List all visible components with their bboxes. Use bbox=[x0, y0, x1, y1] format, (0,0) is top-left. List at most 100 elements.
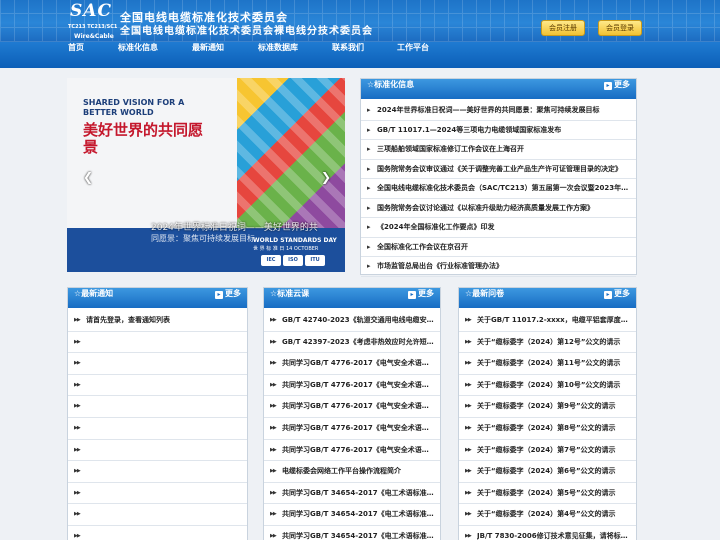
list-item[interactable]: ▸ 《2024年全国标准化工作要点》印发 bbox=[361, 218, 636, 238]
list-item[interactable]: ▶▶ 关于“缆标委字（2024）第4号”公文的请示 bbox=[459, 504, 636, 526]
list-item[interactable]: ▶▶ 关于“缆标委字（2024）第5号”公文的请示 bbox=[459, 483, 636, 505]
bullet-icon: ▶▶ bbox=[465, 360, 472, 367]
list-item-label: 共同学习GB/T 4776-2017《电气安全术语》（七） bbox=[282, 402, 434, 411]
list-item[interactable]: ▶▶ 电缆标委会网络工作平台操作流程简介 bbox=[264, 461, 440, 483]
nav-contact-us[interactable]: 联系我们 bbox=[332, 42, 364, 68]
list-item[interactable]: ▸ 全国标准化工作会议在京召开 bbox=[361, 238, 636, 257]
list-item[interactable]: ▶▶ bbox=[68, 332, 247, 354]
carousel-prev-icon[interactable]: ❮ bbox=[83, 170, 93, 184]
list-item-label: 共同学习GB/T 4776-2017《电气安全术语》（六） bbox=[282, 423, 434, 432]
bullet-icon: ▶▶ bbox=[465, 403, 472, 410]
list-item[interactable]: ▶▶ 关于“缆标委字（2024）第9号”公文的请示 bbox=[459, 396, 636, 418]
banner-carousel[interactable]: SHARED VISION FOR A BETTER WORLD 美好世界的共同… bbox=[67, 78, 345, 272]
list-item[interactable]: ▶▶ 共同学习GB/T 4776-2017《电气安全术语》（七） bbox=[264, 396, 440, 418]
logo-sac: SAC bbox=[70, 1, 112, 21]
bullet-icon: ▶▶ bbox=[465, 511, 472, 518]
more-icon: ▸ bbox=[408, 291, 416, 299]
carousel-next-icon[interactable]: ❯ bbox=[321, 170, 331, 184]
list-item[interactable]: ▶▶ 共同学习GB/T 4776-2017《电气安全术语》（九） bbox=[264, 353, 440, 375]
cloud-panel-header: ☆标准云课 ▸ 更多 bbox=[264, 288, 440, 308]
list-item[interactable]: ▶▶ JB/T 7830-2006修订技术意见征集，请将标准修订意见 bbox=[459, 526, 636, 540]
list-item[interactable]: ▶▶ bbox=[68, 353, 247, 375]
bullet-icon: ▶▶ bbox=[465, 468, 472, 475]
list-item[interactable]: ▶▶ 共同学习GB/T 34654-2017《电工术语标准编写规则》 bbox=[264, 483, 440, 505]
notice-more-link[interactable]: ▸ 更多 bbox=[215, 288, 241, 299]
site-logo[interactable]: SAC TC213 TC213/SC1 Wire&Cable bbox=[68, 1, 117, 40]
register-button[interactable]: 会员注册 bbox=[541, 20, 585, 36]
notice-panel: ☆最新通知 ▸ 更多 ▶▶ 请首先登录，查看通知列表 ▶▶ ▶▶ ▶▶ ▶▶ ▶▶ ▶▶ ▶▶ ▶▶… bbox=[67, 287, 248, 540]
list-item[interactable]: ▶▶ bbox=[68, 526, 247, 540]
list-item[interactable]: ▶▶ 请首先登录，查看通知列表 bbox=[68, 310, 247, 332]
notice-panel-title: ☆最新通知 bbox=[74, 289, 114, 298]
list-item[interactable]: ▶▶ 关于GB/T 11017.2-xxxx，电缆平铝套厚度的意见征集 bbox=[459, 310, 636, 332]
list-item[interactable]: ▸ 市场监管总局出台《行业标准管理办法》 bbox=[361, 257, 636, 277]
bullet-icon: ▶▶ bbox=[465, 424, 472, 431]
nav-work-platform[interactable]: 工作平台 bbox=[397, 42, 429, 68]
nav-latest-notices[interactable]: 最新通知 bbox=[192, 42, 224, 68]
list-item[interactable]: ▸ 国务院常务会议讨论通过《以标准升级助力经济高质量发展工作方案》 bbox=[361, 199, 636, 218]
more-icon: ▸ bbox=[604, 82, 612, 90]
info-panel-header: ☆标准化信息 ▸ 更多 bbox=[361, 79, 636, 99]
bullet-icon: ▶▶ bbox=[74, 338, 81, 345]
list-item[interactable]: ▶▶ 关于“缆标委字（2024）第6号”公文的请示 bbox=[459, 461, 636, 483]
bullet-icon: ▸ bbox=[367, 125, 371, 134]
bullet-icon: ▶▶ bbox=[74, 532, 81, 539]
list-item[interactable]: ▶▶ 共同学习GB/T 34654-2017《电工术语标准编写规则》 bbox=[264, 526, 440, 540]
list-item[interactable]: ▸ GB/T 11017.1—2024等三项电力电缆领域国家标准发布 bbox=[361, 121, 636, 140]
cloud-panel-title: ☆标准云课 bbox=[270, 289, 310, 298]
info-more-link[interactable]: ▸ 更多 bbox=[604, 79, 630, 90]
list-item[interactable]: ▶▶ 共同学习GB/T 34654-2017《电工术语标准编写规则》 bbox=[264, 504, 440, 526]
list-item[interactable]: ▶▶ 关于“缆标委字（2024）第7号”公文的请示 bbox=[459, 440, 636, 462]
list-item[interactable]: ▶▶ 关于“缆标委字（2024）第12号”公文的请示 bbox=[459, 332, 636, 354]
list-item[interactable]: ▸ 国务院常务会议审议通过《关于调整完善工业产品生产许可证管理目录的决定》 bbox=[361, 160, 636, 179]
nav-standards-database[interactable]: 标准数据库 bbox=[258, 42, 298, 68]
bullet-icon: ▶▶ bbox=[270, 338, 277, 345]
list-item-label: 电缆标委会网络工作平台操作流程简介 bbox=[282, 467, 401, 476]
list-item[interactable]: ▶▶ bbox=[68, 440, 247, 462]
main-nav: 首页 标准化信息 最新通知 标准数据库 联系我们 工作平台 bbox=[0, 42, 720, 68]
bullet-icon: ▸ bbox=[367, 106, 371, 114]
list-item-label: 市场监管总局出台《行业标准管理办法》 bbox=[377, 262, 503, 270]
list-item[interactable]: ▶▶ 共同学习GB/T 4776-2017《电气安全术语》（六） bbox=[264, 418, 440, 440]
list-item[interactable]: ▶▶ GB/T 42740-2023《轨道交通用电线电缆安全性能》 bbox=[264, 310, 440, 332]
list-item-label: 共同学习GB/T 34654-2017《电工术语标准编写规则》 bbox=[282, 488, 434, 497]
list-item-label: 关于“缆标委字（2024）第11号”公文的请示 bbox=[477, 359, 621, 368]
list-item-label: GB/T 11017.1—2024等三项电力电缆领域国家标准发布 bbox=[377, 125, 562, 134]
list-item-label: 三项船舶领域国家标准修订工作会议在上海召开 bbox=[377, 145, 524, 153]
list-item[interactable]: ▶▶ bbox=[68, 504, 247, 526]
list-item[interactable]: ▶▶ GB/T 42397-2023《考虑非热效应时允许短路电流》 bbox=[264, 332, 440, 354]
banner-caption[interactable]: 2024年世界标准日祝词——美好世界的共 bbox=[151, 220, 318, 233]
list-item[interactable]: ▶▶ bbox=[68, 396, 247, 418]
list-item[interactable]: ▶▶ 关于“缆标委字（2024）第8号”公文的请示 bbox=[459, 418, 636, 440]
login-button[interactable]: 会员登录 bbox=[598, 20, 642, 36]
nav-standardization-info[interactable]: 标准化信息 bbox=[118, 42, 158, 68]
nav-home[interactable]: 首页 bbox=[68, 42, 84, 68]
list-item[interactable]: ▶▶ 关于“缆标委字（2024）第10号”公文的请示 bbox=[459, 375, 636, 397]
list-item[interactable]: ▸ 2024年世界标准日祝词——美好世界的共同愿景：聚焦可持续发展目标 bbox=[361, 101, 636, 121]
cloud-list: ▶▶ GB/T 42740-2023《轨道交通用电线电缆安全性能》 ▶▶ GB/T 4… bbox=[264, 310, 440, 540]
list-item[interactable]: ▶▶ bbox=[68, 375, 247, 397]
bullet-icon: ▶▶ bbox=[270, 403, 277, 410]
bullet-icon: ▶▶ bbox=[270, 511, 277, 518]
question-more-link[interactable]: ▸ 更多 bbox=[604, 288, 630, 299]
list-item-label: 关于“缆标委字（2024）第12号”公文的请示 bbox=[477, 337, 621, 346]
list-item[interactable]: ▶▶ 共同学习GB/T 4776-2017《电气安全术语》（八） bbox=[264, 375, 440, 397]
bullet-icon: ▶▶ bbox=[270, 424, 277, 431]
bullet-icon: ▶▶ bbox=[270, 489, 277, 496]
list-item-label: 全国标准化工作会议在京召开 bbox=[377, 242, 468, 251]
bullet-icon: ▶▶ bbox=[74, 424, 81, 431]
bullet-icon: ▶▶ bbox=[465, 338, 472, 345]
list-item[interactable]: ▸ 三项船舶领域国家标准修订工作会议在上海召开 bbox=[361, 140, 636, 160]
list-item[interactable]: ▶▶ bbox=[68, 418, 247, 440]
list-item[interactable]: ▶▶ bbox=[68, 483, 247, 505]
list-item[interactable]: ▶▶ bbox=[68, 461, 247, 483]
cloud-more-link[interactable]: ▸ 更多 bbox=[408, 288, 434, 299]
list-item-label: 共同学习GB/T 4776-2017《电气安全术语》（五） bbox=[282, 445, 434, 454]
list-item[interactable]: ▸ 全国电线电缆标准化技术委员会（SAC/TC213）第五届第一次会议暨2023年… bbox=[361, 179, 636, 199]
banner-graphic bbox=[237, 78, 345, 228]
list-item-label: 共同学习GB/T 34654-2017《电工术语标准编写规则》 bbox=[282, 510, 434, 519]
list-item[interactable]: ▶▶ 共同学习GB/T 4776-2017《电气安全术语》（五） bbox=[264, 440, 440, 462]
list-item[interactable]: ▶▶ 关于“缆标委字（2024）第11号”公文的请示 bbox=[459, 353, 636, 375]
bullet-icon: ▸ bbox=[367, 145, 371, 153]
info-list: ▸ 2024年世界标准日祝词——美好世界的共同愿景：聚焦可持续发展目标 ▸ GB/T … bbox=[361, 101, 636, 277]
